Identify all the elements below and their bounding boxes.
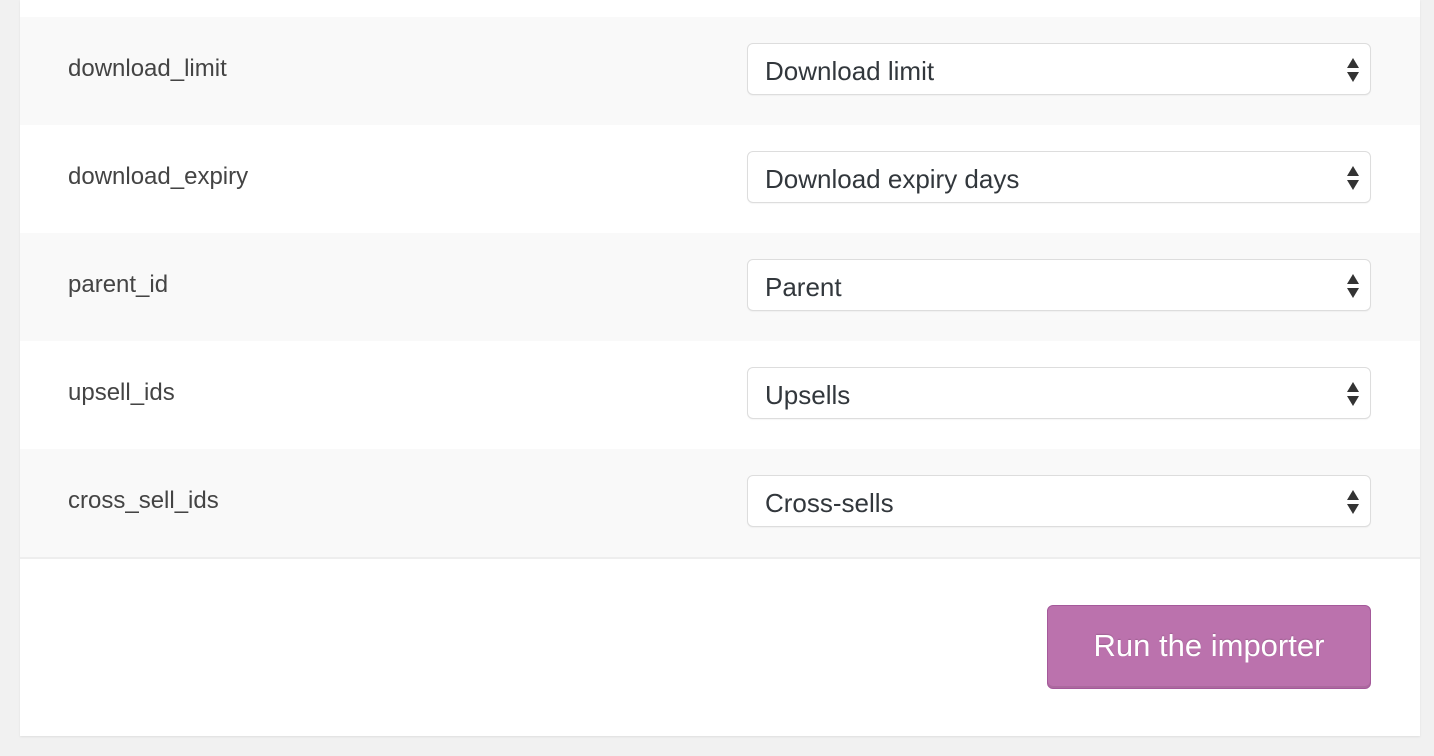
updown-arrows-icon xyxy=(1347,274,1359,298)
selected-field: Download limit xyxy=(765,56,935,86)
selected-field: Parent xyxy=(765,272,842,302)
updown-arrows-icon xyxy=(1347,58,1359,82)
selected-field: Upsells xyxy=(765,380,851,410)
column-mapping-table: download_limit Download limit download_e… xyxy=(20,17,1420,557)
updown-arrows-icon xyxy=(1347,490,1359,514)
csv-column-name: download_expiry xyxy=(68,163,249,190)
map-to-field-select[interactable]: Download expiry days xyxy=(747,151,1371,203)
csv-column-name: download_limit xyxy=(68,55,227,82)
selected-field: Download expiry days xyxy=(765,164,1020,194)
mapping-row: parent_id Parent xyxy=(20,233,1420,341)
map-to-field-select[interactable]: Parent xyxy=(747,259,1371,311)
map-to-field-select[interactable]: Cross-sells xyxy=(747,475,1371,527)
updown-arrows-icon xyxy=(1347,166,1359,190)
mapping-row: upsell_ids Upsells xyxy=(20,341,1420,449)
updown-arrows-icon xyxy=(1347,382,1359,406)
csv-column-name: cross_sell_ids xyxy=(68,487,219,514)
mapping-row: cross_sell_ids Cross-sells xyxy=(20,449,1420,557)
divider xyxy=(20,557,1420,559)
csv-column-name: parent_id xyxy=(68,271,169,298)
csv-column-name: upsell_ids xyxy=(68,379,175,406)
mapping-row: download_limit Download limit xyxy=(20,17,1420,125)
mapping-card: download_limit Download limit download_e… xyxy=(20,0,1420,736)
selected-field: Cross-sells xyxy=(765,488,894,518)
map-to-field-select[interactable]: Upsells xyxy=(747,367,1371,419)
run-importer-button[interactable]: Run the importer xyxy=(1047,605,1371,689)
mapping-row: download_expiry Download expiry days xyxy=(20,125,1420,233)
map-to-field-select[interactable]: Download limit xyxy=(747,43,1371,95)
